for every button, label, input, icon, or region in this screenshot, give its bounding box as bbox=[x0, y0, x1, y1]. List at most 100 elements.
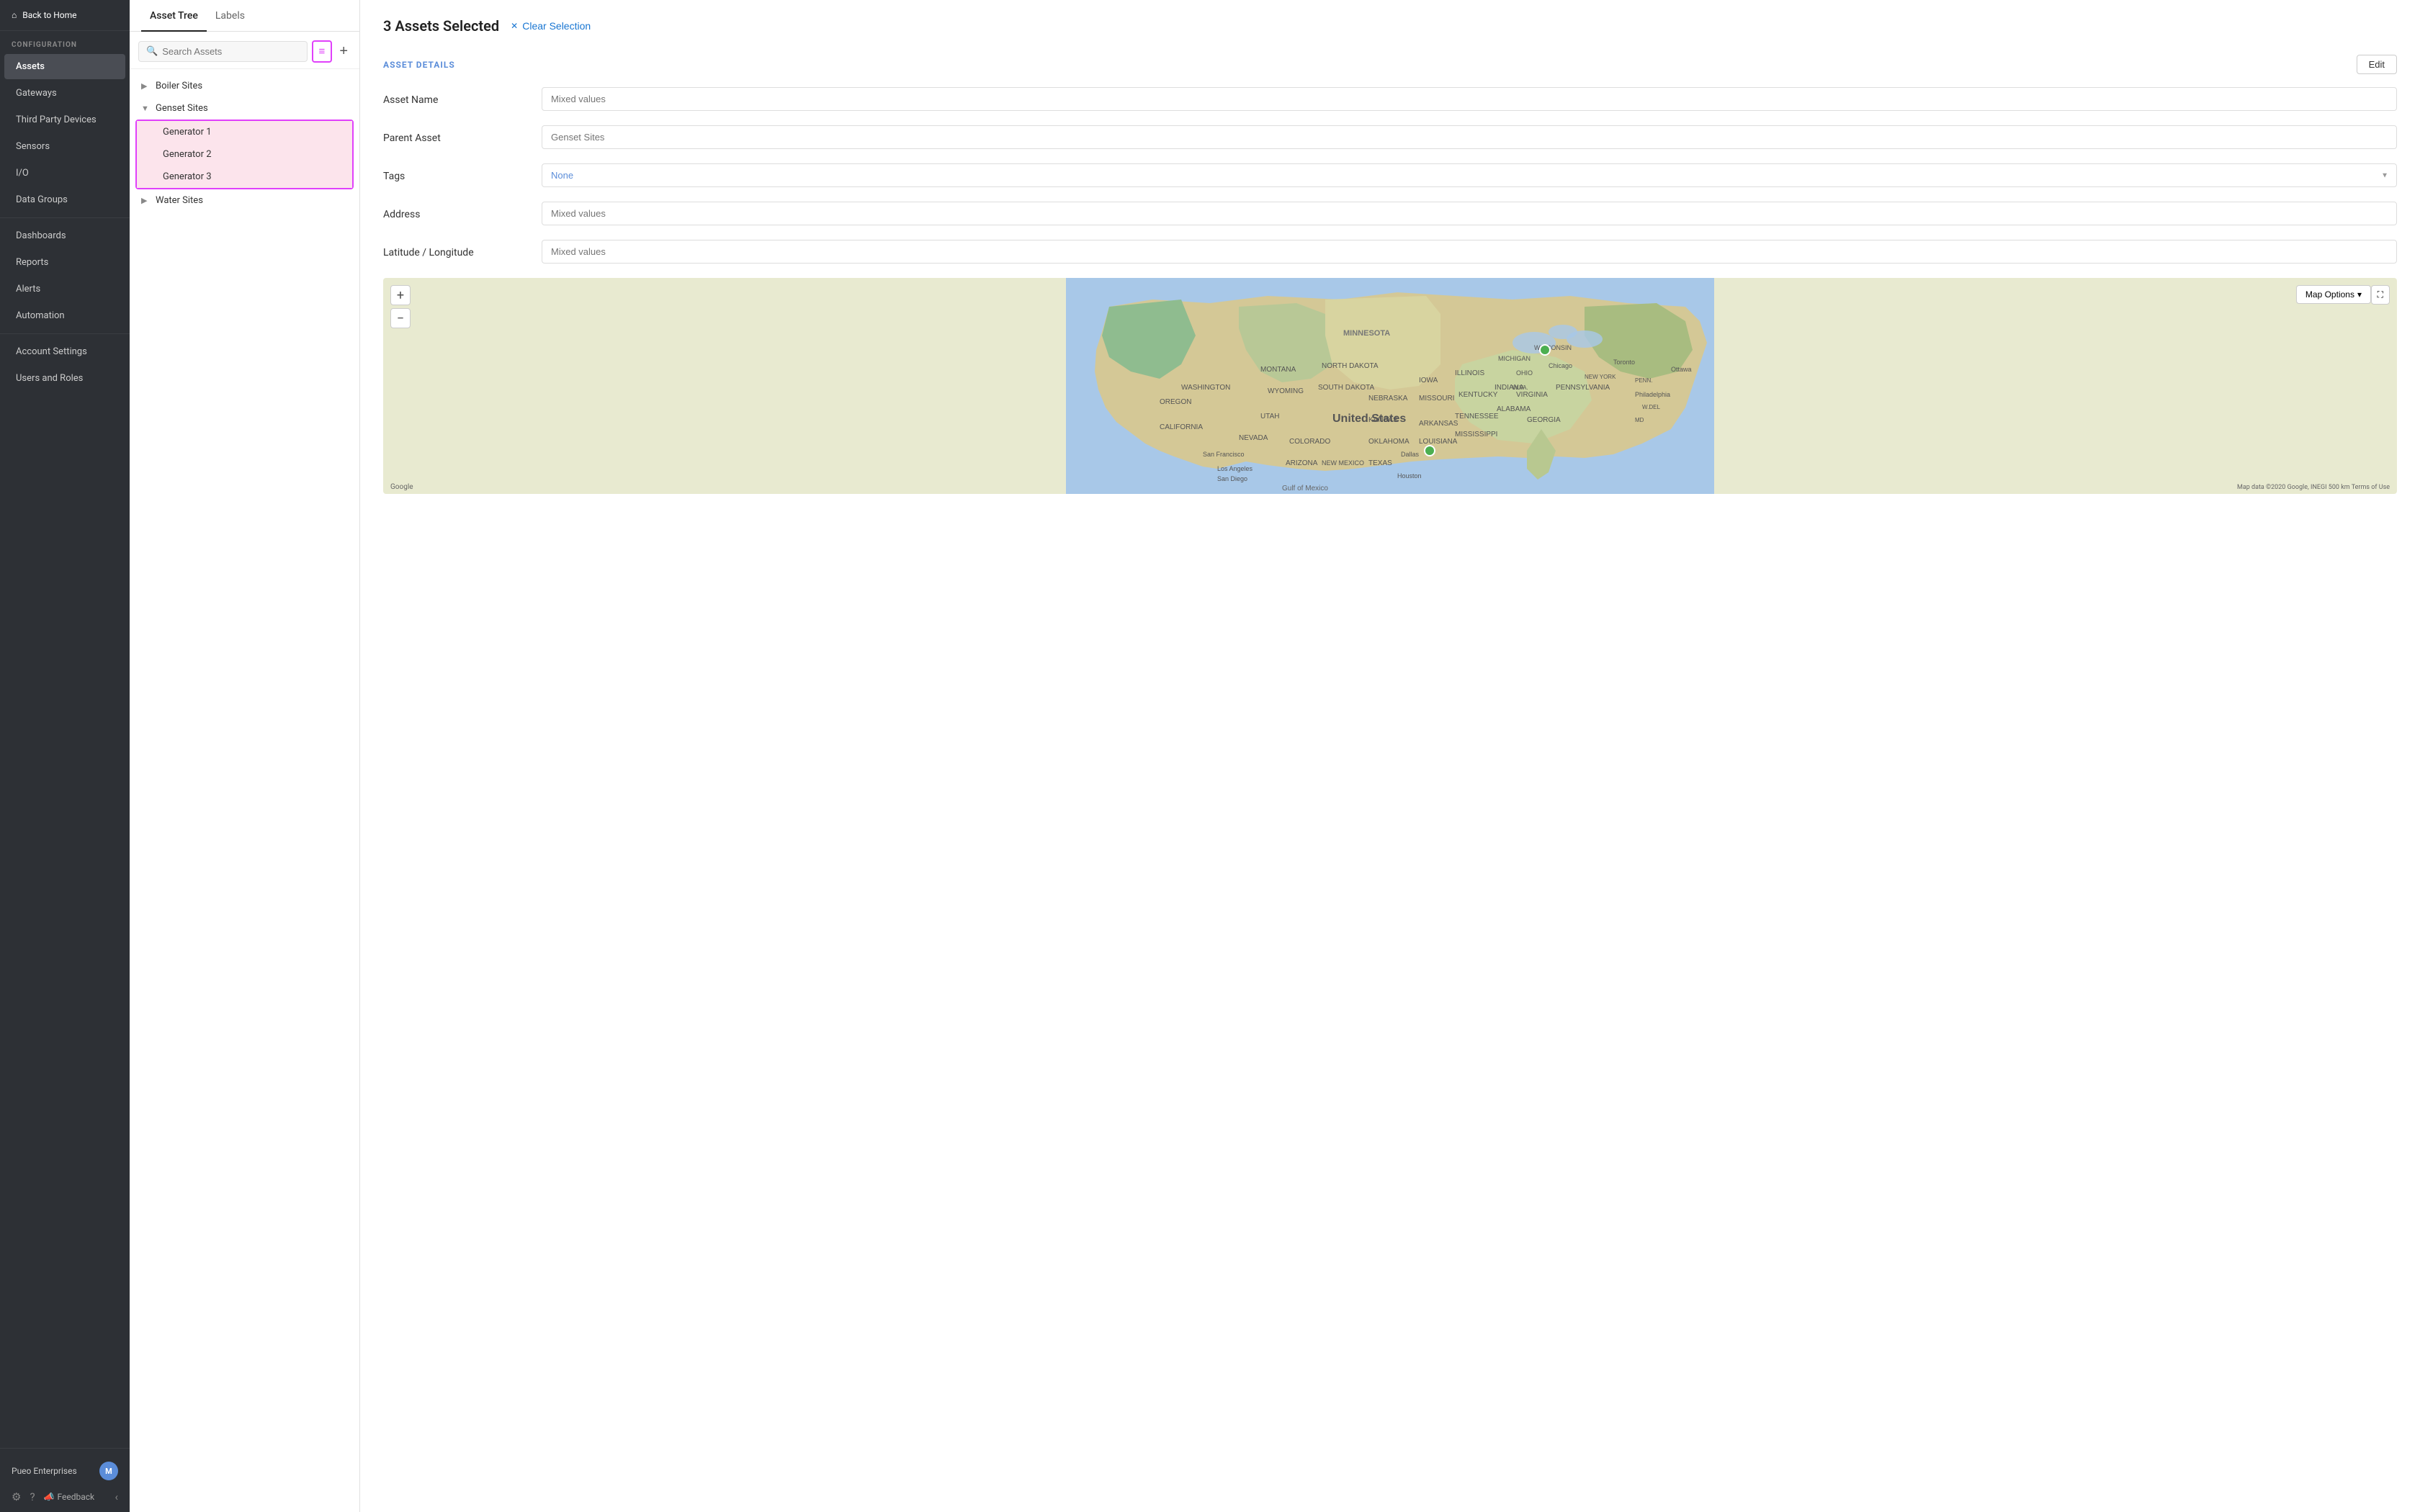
arrow-down-icon: ▼ bbox=[141, 104, 151, 113]
tree-selection-box: Generator 1 Generator 2 Generator 3 bbox=[135, 120, 354, 189]
svg-text:MONTANA: MONTANA bbox=[1260, 366, 1296, 374]
svg-text:UTAH: UTAH bbox=[1260, 413, 1279, 420]
tree-group-water-sites[interactable]: ▶ Water Sites bbox=[130, 189, 359, 212]
map-zoom-out-button[interactable]: − bbox=[390, 308, 411, 328]
form-row-parent-asset: Parent Asset bbox=[383, 125, 2397, 149]
svg-text:PENN.: PENN. bbox=[1635, 377, 1652, 384]
tree-group-boiler-sites[interactable]: ▶ Boiler Sites bbox=[130, 75, 359, 97]
svg-text:COLORADO: COLORADO bbox=[1289, 438, 1330, 446]
tree-item-generator-3[interactable]: Generator 3 bbox=[137, 166, 352, 188]
svg-text:MINNESOTA: MINNESOTA bbox=[1343, 329, 1390, 338]
svg-text:ILLINOIS: ILLINOIS bbox=[1455, 369, 1484, 377]
svg-text:NEVADA: NEVADA bbox=[1239, 434, 1268, 442]
svg-text:Ottawa: Ottawa bbox=[1671, 366, 1692, 373]
svg-text:Philadelphia: Philadelphia bbox=[1635, 391, 1670, 398]
gear-icon[interactable]: ⚙ bbox=[12, 1490, 21, 1503]
sidebar-item-third-party-devices[interactable]: Third Party Devices bbox=[4, 107, 125, 132]
tab-asset-tree[interactable]: Asset Tree bbox=[141, 0, 207, 32]
map-svg: WASHINGTON OREGON CALIFORNIA MONTANA WYO… bbox=[383, 278, 2397, 494]
search-input-wrap: 🔍 bbox=[138, 41, 308, 62]
sidebar-divider-1 bbox=[0, 217, 130, 218]
search-input[interactable] bbox=[162, 46, 299, 57]
sidebar-item-users-and-roles[interactable]: Users and Roles bbox=[4, 366, 125, 391]
svg-text:Houston: Houston bbox=[1397, 472, 1422, 480]
map-zoom-in-button[interactable]: + bbox=[390, 285, 411, 305]
tree-item-generator-3-label: Generator 3 bbox=[163, 171, 212, 182]
details-panel: 3 Assets Selected ✕ Clear Selection Asse… bbox=[360, 0, 2420, 1512]
tree-group-boiler-sites-label: Boiler Sites bbox=[156, 81, 202, 91]
zoom-out-label: − bbox=[397, 311, 404, 326]
svg-text:San Diego: San Diego bbox=[1217, 475, 1247, 482]
tree-item-generator-1[interactable]: Generator 1 bbox=[137, 121, 352, 143]
clear-selection-label: Clear Selection bbox=[522, 20, 591, 32]
tags-select[interactable]: None bbox=[542, 163, 2397, 187]
arrow-right-icon-2: ▶ bbox=[141, 196, 151, 205]
asset-name-label: Asset Name bbox=[383, 87, 527, 106]
map-fullscreen-button[interactable]: ⛶ bbox=[2371, 285, 2390, 305]
sidebar-item-alerts[interactable]: Alerts bbox=[4, 276, 125, 302]
add-asset-button[interactable]: + bbox=[336, 43, 351, 60]
sidebar-item-third-party-devices-label: Third Party Devices bbox=[16, 114, 97, 125]
tree-item-generator-1-label: Generator 1 bbox=[163, 127, 212, 138]
sidebar-item-account-settings[interactable]: Account Settings bbox=[4, 339, 125, 364]
filter-icon: ≡ bbox=[319, 45, 326, 58]
parent-asset-label: Parent Asset bbox=[383, 125, 527, 144]
tab-labels[interactable]: Labels bbox=[207, 0, 254, 32]
sidebar-item-io[interactable]: I/O bbox=[4, 161, 125, 186]
lat-long-input[interactable] bbox=[542, 240, 2397, 264]
tabs: Asset Tree Labels bbox=[130, 0, 359, 32]
tree-group-genset-sites[interactable]: ▼ Genset Sites bbox=[130, 97, 359, 120]
help-icon[interactable]: ? bbox=[30, 1490, 35, 1503]
svg-text:WYOMING: WYOMING bbox=[1268, 387, 1304, 395]
map-options-label: Map Options bbox=[2305, 289, 2354, 300]
sidebar-user-name: Pueo Enterprises bbox=[12, 1466, 92, 1476]
sidebar-item-assets[interactable]: Assets bbox=[4, 54, 125, 79]
svg-text:NORTH DAKOTA: NORTH DAKOTA bbox=[1322, 362, 1379, 370]
sidebar-item-dashboards[interactable]: Dashboards bbox=[4, 223, 125, 248]
svg-text:MICHIGAN: MICHIGAN bbox=[1498, 355, 1531, 362]
edit-button[interactable]: Edit bbox=[2357, 55, 2397, 74]
sidebar-item-automation-label: Automation bbox=[16, 310, 65, 321]
sidebar-item-reports[interactable]: Reports bbox=[4, 250, 125, 275]
svg-text:GEORGIA: GEORGIA bbox=[1527, 416, 1561, 424]
feedback-label: Feedback bbox=[58, 1492, 95, 1502]
sidebar-item-sensors[interactable]: Sensors bbox=[4, 134, 125, 159]
svg-text:ALABAMA: ALABAMA bbox=[1497, 405, 1531, 413]
address-input[interactable] bbox=[542, 202, 2397, 225]
collapse-sidebar-icon[interactable]: ‹ bbox=[115, 1490, 118, 1503]
svg-text:TEXAS: TEXAS bbox=[1368, 459, 1392, 467]
asset-details-section-title: Asset Details Edit bbox=[383, 55, 2397, 74]
map-container: WASHINGTON OREGON CALIFORNIA MONTANA WYO… bbox=[383, 278, 2397, 494]
asset-name-input[interactable] bbox=[542, 87, 2397, 111]
sidebar-item-gateways[interactable]: Gateways bbox=[4, 81, 125, 106]
asset-tree: ▶ Boiler Sites ▼ Genset Sites Generator … bbox=[130, 69, 359, 1512]
tree-item-generator-2[interactable]: Generator 2 bbox=[137, 143, 352, 166]
content-area: Asset Tree Labels 🔍 ≡ + bbox=[130, 0, 2420, 1512]
sidebar-item-alerts-label: Alerts bbox=[16, 284, 40, 294]
svg-text:LOUISIANA: LOUISIANA bbox=[1419, 438, 1458, 446]
svg-text:Toronto: Toronto bbox=[1613, 359, 1635, 366]
tab-asset-tree-label: Asset Tree bbox=[150, 10, 198, 22]
search-area: 🔍 ≡ + bbox=[130, 32, 359, 69]
sidebar-item-sensors-label: Sensors bbox=[16, 141, 50, 152]
fullscreen-icon: ⛶ bbox=[2378, 289, 2383, 300]
clear-selection-button[interactable]: ✕ Clear Selection bbox=[511, 20, 591, 32]
back-to-home-label: Back to Home bbox=[22, 10, 76, 20]
form-row-asset-name: Asset Name bbox=[383, 87, 2397, 111]
svg-text:Gulf of Mexico: Gulf of Mexico bbox=[1282, 485, 1328, 492]
feedback-button[interactable]: 📣 Feedback bbox=[44, 1492, 107, 1502]
sidebar-item-data-groups[interactable]: Data Groups bbox=[4, 187, 125, 212]
parent-asset-input[interactable] bbox=[542, 125, 2397, 149]
sidebar-item-dashboards-label: Dashboards bbox=[16, 230, 66, 241]
svg-text:VIRGINIA: VIRGINIA bbox=[1516, 391, 1548, 399]
svg-text:United States: United States bbox=[1332, 413, 1406, 425]
svg-text:MD: MD bbox=[1635, 417, 1644, 423]
back-to-home-button[interactable]: ⌂ Back to Home bbox=[0, 0, 130, 31]
chevron-down-icon: ▾ bbox=[2357, 289, 2362, 300]
sidebar-item-reports-label: Reports bbox=[16, 257, 48, 268]
lat-long-label: Latitude / Longitude bbox=[383, 240, 527, 258]
tree-item-generator-2-label: Generator 2 bbox=[163, 149, 212, 160]
map-options-button[interactable]: Map Options ▾ bbox=[2296, 285, 2371, 304]
sidebar-item-automation[interactable]: Automation bbox=[4, 303, 125, 328]
filter-button[interactable]: ≡ bbox=[312, 40, 333, 63]
